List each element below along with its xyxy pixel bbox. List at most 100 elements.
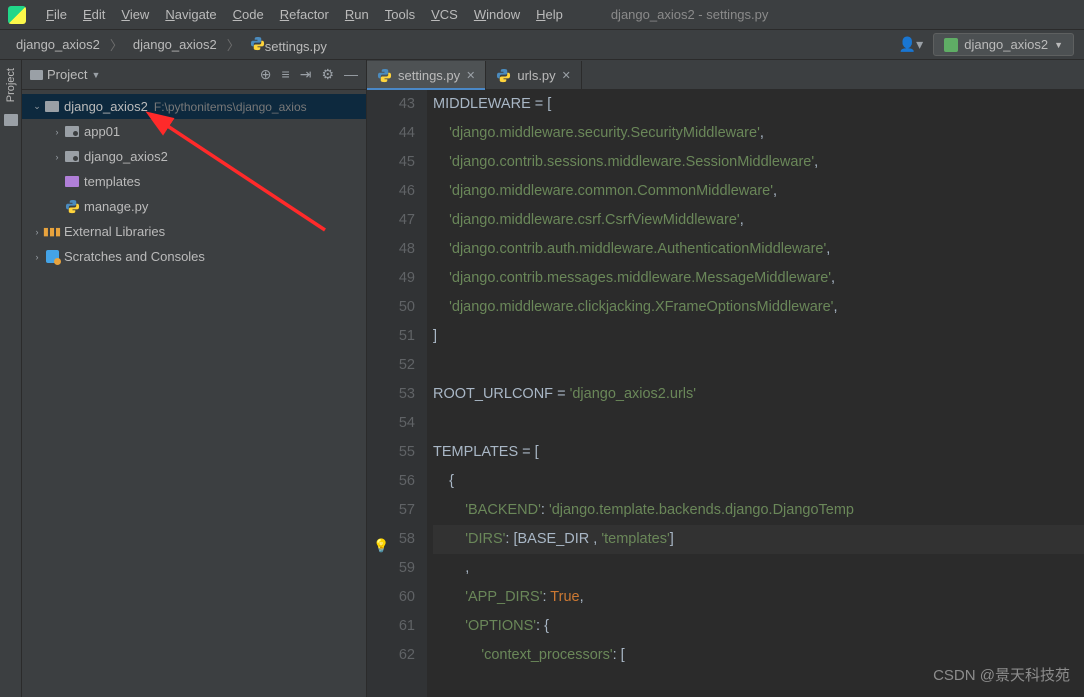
code-line[interactable]: 'django.contrib.sessions.middleware.Sess… — [433, 148, 1084, 177]
line-number[interactable]: 51 — [367, 322, 415, 351]
expand-icon[interactable]: ≡ — [282, 66, 290, 83]
line-number[interactable]: 44 — [367, 119, 415, 148]
menu-file[interactable]: File — [38, 3, 75, 26]
line-number[interactable]: 57 — [367, 496, 415, 525]
tree-path: F:\pythonitems\django_axios — [154, 100, 307, 114]
code-line[interactable]: , — [433, 554, 1084, 583]
menu-edit[interactable]: Edit — [75, 3, 113, 26]
tree-label: templates — [84, 174, 140, 189]
line-number[interactable]: 47 — [367, 206, 415, 235]
code-line[interactable]: TEMPLATES = [ — [433, 438, 1084, 467]
code-line[interactable]: 'OPTIONS': { — [433, 612, 1084, 641]
code-line[interactable]: ROOT_URLCONF = 'django_axios2.urls' — [433, 380, 1084, 409]
locate-icon[interactable]: ⊕ — [260, 66, 272, 83]
line-number[interactable]: 53 — [367, 380, 415, 409]
line-number[interactable]: 54 — [367, 409, 415, 438]
chevron-icon[interactable]: › — [50, 127, 64, 137]
menu-vcs[interactable]: VCS — [423, 3, 466, 26]
editor-tab[interactable]: urls.py✕ — [486, 61, 582, 89]
menu-run[interactable]: Run — [337, 3, 377, 26]
code-line[interactable]: 'django.middleware.csrf.CsrfViewMiddlewa… — [433, 206, 1084, 235]
code-line[interactable]: 'django.middleware.common.CommonMiddlewa… — [433, 177, 1084, 206]
tree-label: app01 — [84, 124, 120, 139]
line-gutter[interactable]: 💡 43444546474849505152535455565758596061… — [367, 90, 427, 697]
breadcrumb-separator-icon: 〉 — [227, 35, 240, 54]
tree-row[interactable]: ›▮▮▮ External Libraries — [22, 219, 366, 244]
template-folder-icon — [64, 176, 80, 187]
line-number[interactable]: 56 — [367, 467, 415, 496]
chevron-down-icon[interactable]: ▼ — [91, 70, 100, 80]
code-line[interactable] — [433, 409, 1084, 438]
menu-code[interactable]: Code — [225, 3, 272, 26]
window-title: django_axios2 - settings.py — [611, 7, 769, 22]
menu-help[interactable]: Help — [528, 3, 571, 26]
line-number[interactable]: 48 — [367, 235, 415, 264]
code-line[interactable]: 'APP_DIRS': True, — [433, 583, 1084, 612]
code-line[interactable]: 'django.middleware.security.SecurityMidd… — [433, 119, 1084, 148]
tree-row[interactable]: ›django_axios2 — [22, 144, 366, 169]
line-number[interactable]: 43 — [367, 90, 415, 119]
app-logo-icon — [8, 6, 26, 24]
collapse-icon[interactable]: ⇥ — [300, 66, 312, 83]
line-number[interactable]: 45 — [367, 148, 415, 177]
tree-row[interactable]: ⌄django_axios2F:\pythonitems\django_axio… — [22, 94, 366, 119]
tree-row[interactable]: manage.py — [22, 194, 366, 219]
tree-row[interactable]: › app01 — [22, 119, 366, 144]
line-number[interactable]: 62 — [367, 641, 415, 670]
project-panel-header: Project ▼ ⊕ ≡ ⇥ ⚙ — — [22, 60, 366, 90]
code-line[interactable]: 'BACKEND': 'django.template.backends.dja… — [433, 496, 1084, 525]
run-config-label: django_axios2 — [964, 37, 1048, 52]
code-line[interactable]: 'DIRS': [BASE_DIR , 'templates'] — [433, 525, 1084, 554]
code-line[interactable] — [433, 351, 1084, 380]
project-tool-tab[interactable]: Project — [5, 68, 17, 102]
editor-area: settings.py✕urls.py✕ 💡 43444546474849505… — [367, 60, 1084, 697]
breadcrumb-item[interactable]: django_axios2 — [10, 35, 106, 54]
code-line[interactable]: ] — [433, 322, 1084, 351]
menu-window[interactable]: Window — [466, 3, 528, 26]
menu-refactor[interactable]: Refactor — [272, 3, 337, 26]
bulb-icon[interactable]: 💡 — [373, 531, 389, 560]
code-line[interactable]: 'django.contrib.auth.middleware.Authenti… — [433, 235, 1084, 264]
menu-view[interactable]: View — [113, 3, 157, 26]
close-icon[interactable]: ✕ — [466, 69, 475, 82]
tree-row[interactable]: templates — [22, 169, 366, 194]
code-content[interactable]: MIDDLEWARE = [ 'django.middleware.securi… — [427, 90, 1084, 697]
run-config-selector[interactable]: django_axios2 ▼ — [933, 33, 1074, 56]
left-gutter[interactable]: Project — [0, 60, 22, 697]
line-number[interactable]: 55 — [367, 438, 415, 467]
scratch-icon — [44, 250, 60, 263]
title-bar: FileEditViewNavigateCodeRefactorRunTools… — [0, 0, 1084, 30]
project-tree[interactable]: ⌄django_axios2F:\pythonitems\django_axio… — [22, 90, 366, 697]
chevron-icon[interactable]: ⌄ — [30, 101, 44, 112]
folder-icon[interactable] — [4, 114, 18, 126]
line-number[interactable]: 60 — [367, 583, 415, 612]
gear-icon[interactable]: ⚙ — [321, 66, 334, 83]
chevron-icon[interactable]: › — [30, 227, 44, 237]
chevron-icon[interactable]: › — [30, 252, 44, 262]
line-number[interactable]: 49 — [367, 264, 415, 293]
close-icon[interactable]: ✕ — [562, 69, 571, 82]
tree-label: External Libraries — [64, 224, 165, 239]
breadcrumb-item[interactable]: settings.py — [244, 34, 333, 56]
tree-label: Scratches and Consoles — [64, 249, 205, 264]
line-number[interactable]: 50 — [367, 293, 415, 322]
line-number[interactable]: 46 — [367, 177, 415, 206]
tree-row[interactable]: › Scratches and Consoles — [22, 244, 366, 269]
code-line[interactable]: { — [433, 467, 1084, 496]
breadcrumb-item[interactable]: django_axios2 — [127, 35, 223, 54]
editor-tab[interactable]: settings.py✕ — [367, 61, 486, 89]
library-icon: ▮▮▮ — [44, 225, 60, 238]
code-line[interactable]: 'django.contrib.messages.middleware.Mess… — [433, 264, 1084, 293]
user-icon[interactable]: 👤▾ — [899, 36, 923, 53]
line-number[interactable]: 61 — [367, 612, 415, 641]
code-editor[interactable]: 💡 43444546474849505152535455565758596061… — [367, 90, 1084, 697]
code-line[interactable]: MIDDLEWARE = [ — [433, 90, 1084, 119]
tree-label: manage.py — [84, 199, 148, 214]
menu-navigate[interactable]: Navigate — [157, 3, 224, 26]
code-line[interactable]: 'django.middleware.clickjacking.XFrameOp… — [433, 293, 1084, 322]
hide-icon[interactable]: — — [344, 66, 358, 83]
menu-tools[interactable]: Tools — [377, 3, 423, 26]
folder-icon — [30, 70, 43, 80]
chevron-icon[interactable]: › — [50, 152, 64, 162]
line-number[interactable]: 52 — [367, 351, 415, 380]
